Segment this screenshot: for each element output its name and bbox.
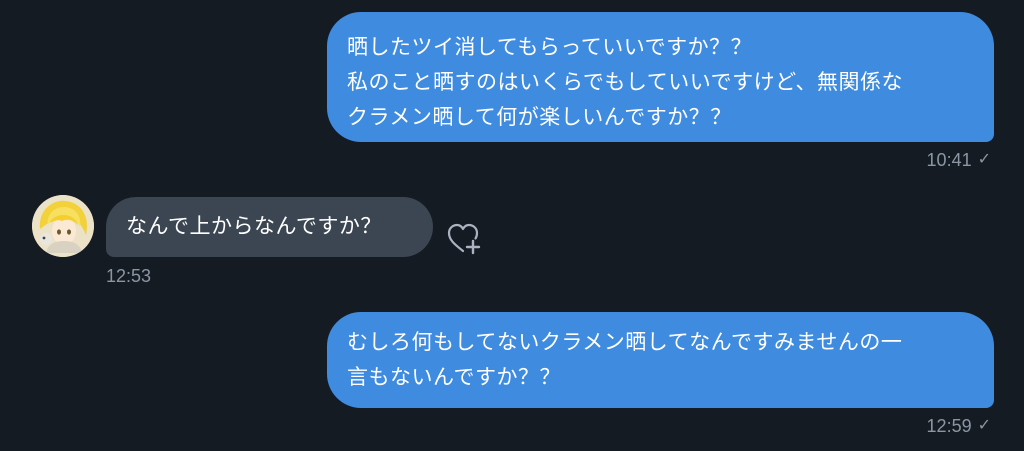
- message-text-line: 晒したツイ消してもらっていいですか？？: [347, 35, 753, 59]
- check-icon: ✓: [977, 151, 991, 168]
- message-timestamp: 12:59: [926, 416, 972, 436]
- message-text-line: 私のこと晒すのはいくらでもしていいですけど、無関係な: [347, 70, 904, 94]
- message-thread: 晒したツイ消してもらっていいですか？？ 私のこと晒すのはいくらでもしていいですけ…: [0, 0, 1024, 451]
- avatar[interactable]: [32, 195, 94, 257]
- sent-message-bubble[interactable]: むしろ何もしてないクラメン晒してなんですみませんの一 言もないんですか？？: [327, 312, 994, 408]
- message-timestamp: 10:41: [926, 150, 972, 170]
- message-meta: 12:53: [106, 266, 151, 286]
- message-text-line: クラメン晒して何が楽しいんですか？？: [347, 105, 732, 129]
- message-meta: 12:59 ✓: [927, 416, 991, 436]
- sent-message-bubble[interactable]: 晒したツイ消してもらっていいですか？？ 私のこと晒すのはいくらでもしていいですけ…: [327, 12, 994, 142]
- message-text-line: むしろ何もしてないクラメン晒してなんですみませんの一: [347, 330, 903, 354]
- received-message-bubble[interactable]: なんで上からなんですか？: [106, 197, 433, 257]
- user-avatar-image: [32, 195, 94, 257]
- check-icon: ✓: [977, 417, 991, 434]
- message-text-line: なんで上からなんですか？: [126, 214, 382, 238]
- message-timestamp: 12:53: [106, 266, 152, 286]
- message-meta: 10:41 ✓: [927, 150, 991, 170]
- heart-plus-icon[interactable]: [446, 222, 482, 256]
- message-text-line: 言もないんですか？？: [347, 365, 561, 389]
